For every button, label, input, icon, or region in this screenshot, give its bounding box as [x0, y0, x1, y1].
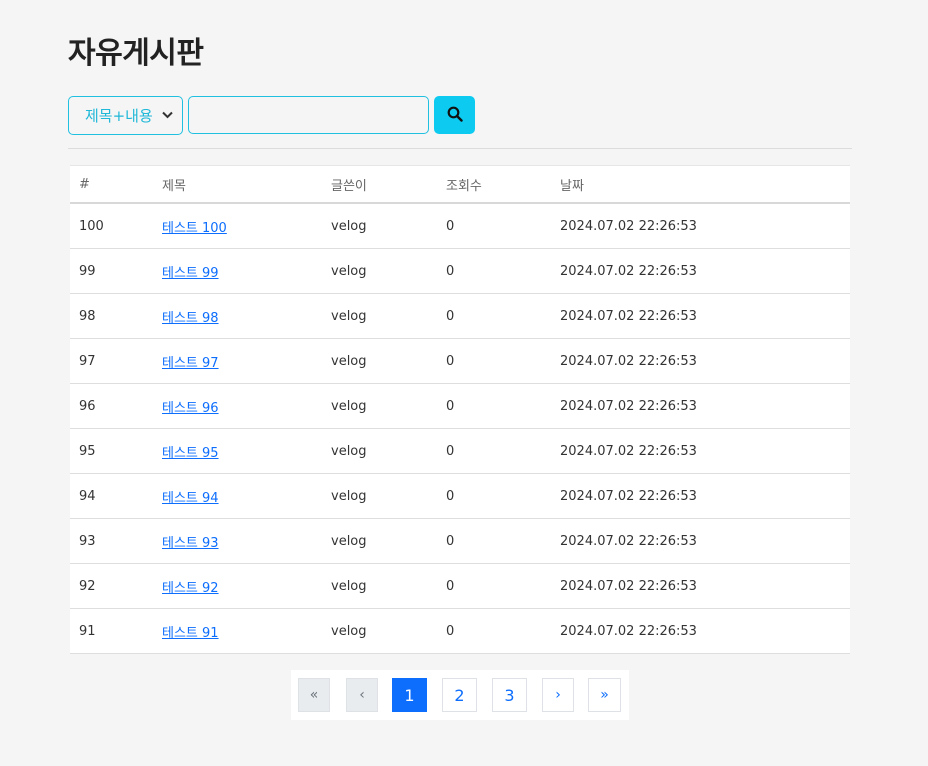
search-icon — [447, 106, 463, 125]
column-header-title: 제목 — [162, 165, 331, 204]
search-button[interactable] — [434, 96, 475, 134]
post-views: 0 — [446, 473, 560, 519]
column-header-author: 글쓴이 — [331, 165, 446, 204]
table-row: 99 테스트 99 velog 0 2024.07.02 22:26:53 — [70, 248, 850, 294]
post-title-link[interactable]: 테스트 100 — [162, 221, 227, 236]
post-views: 0 — [446, 248, 560, 294]
post-views: 0 — [446, 203, 560, 249]
table-row: 98 테스트 98 velog 0 2024.07.02 22:26:53 — [70, 293, 850, 339]
post-title-link[interactable]: 테스트 92 — [162, 581, 219, 596]
post-author: velog — [331, 293, 446, 339]
post-author: velog — [331, 473, 446, 519]
table-row: 93 테스트 93 velog 0 2024.07.02 22:26:53 — [70, 518, 850, 564]
post-date: 2024.07.02 22:26:53 — [560, 473, 850, 519]
post-date: 2024.07.02 22:26:53 — [560, 383, 850, 429]
post-date: 2024.07.02 22:26:53 — [560, 428, 850, 474]
table-row: 95 테스트 95 velog 0 2024.07.02 22:26:53 — [70, 428, 850, 474]
post-date: 2024.07.02 22:26:53 — [560, 203, 850, 249]
post-author: velog — [331, 338, 446, 384]
post-title-cell: 테스트 92 — [162, 563, 331, 609]
post-title-link[interactable]: 테스트 97 — [162, 356, 219, 371]
column-header-date: 날짜 — [560, 165, 850, 204]
next-page-button[interactable]: › — [542, 678, 574, 712]
post-title-link[interactable]: 테스트 91 — [162, 626, 219, 641]
post-date: 2024.07.02 22:26:53 — [560, 248, 850, 294]
post-title-cell: 테스트 94 — [162, 473, 331, 519]
post-views: 0 — [446, 518, 560, 564]
post-number: 95 — [70, 428, 162, 474]
table-row: 97 테스트 97 velog 0 2024.07.02 22:26:53 — [70, 338, 850, 384]
post-number: 94 — [70, 473, 162, 519]
post-title-cell: 테스트 96 — [162, 383, 331, 429]
post-views: 0 — [446, 383, 560, 429]
post-title-cell: 테스트 95 — [162, 428, 331, 474]
post-views: 0 — [446, 338, 560, 384]
table-row: 92 테스트 92 velog 0 2024.07.02 22:26:53 — [70, 563, 850, 609]
post-date: 2024.07.02 22:26:53 — [560, 293, 850, 339]
table-row: 91 테스트 91 velog 0 2024.07.02 22:26:53 — [70, 608, 850, 654]
post-date: 2024.07.02 22:26:53 — [560, 563, 850, 609]
post-author: velog — [331, 203, 446, 249]
board-table: # 제목 글쓴이 조회수 날짜 100 테스트 100 velog 0 2024… — [70, 165, 850, 654]
post-views: 0 — [446, 608, 560, 654]
search-type-select[interactable]: 제목+내용 — [68, 96, 183, 135]
post-title-link[interactable]: 테스트 99 — [162, 266, 219, 281]
post-date: 2024.07.02 22:26:53 — [560, 338, 850, 384]
post-title-link[interactable]: 테스트 93 — [162, 536, 219, 551]
first-page-button[interactable]: « — [298, 678, 330, 712]
search-type-value: 제목+내용 — [85, 107, 153, 125]
page-2-button[interactable]: 2 — [442, 678, 477, 712]
prev-page-button[interactable]: ‹ — [346, 678, 378, 712]
post-author: velog — [331, 608, 446, 654]
post-date: 2024.07.02 22:26:53 — [560, 518, 850, 564]
post-number: 99 — [70, 248, 162, 294]
post-number: 93 — [70, 518, 162, 564]
post-title-link[interactable]: 테스트 94 — [162, 491, 219, 506]
table-row: 100 테스트 100 velog 0 2024.07.02 22:26:53 — [70, 203, 850, 249]
page-1-button[interactable]: 1 — [392, 678, 427, 712]
post-title-cell: 테스트 93 — [162, 518, 331, 564]
table-header-row: # 제목 글쓴이 조회수 날짜 — [70, 165, 850, 204]
chevron-down-icon — [162, 109, 173, 122]
post-author: velog — [331, 518, 446, 564]
post-author: velog — [331, 248, 446, 294]
table-row: 94 테스트 94 velog 0 2024.07.02 22:26:53 — [70, 473, 850, 519]
divider — [68, 148, 852, 149]
post-number: 96 — [70, 383, 162, 429]
post-number: 98 — [70, 293, 162, 339]
table-row: 96 테스트 96 velog 0 2024.07.02 22:26:53 — [70, 383, 850, 429]
post-number: 100 — [70, 203, 162, 249]
search-bar: 제목+내용 — [68, 96, 475, 135]
post-number: 92 — [70, 563, 162, 609]
post-title-cell: 테스트 99 — [162, 248, 331, 294]
page-3-button[interactable]: 3 — [492, 678, 527, 712]
post-number: 97 — [70, 338, 162, 384]
pagination: « ‹ 1 2 3 › » — [291, 670, 629, 720]
last-page-button[interactable]: » — [588, 678, 621, 712]
post-date: 2024.07.02 22:26:53 — [560, 608, 850, 654]
column-header-views: 조회수 — [446, 165, 560, 204]
post-author: velog — [331, 383, 446, 429]
post-title-cell: 테스트 98 — [162, 293, 331, 339]
post-title-link[interactable]: 테스트 98 — [162, 311, 219, 326]
post-title-cell: 테스트 100 — [162, 203, 331, 249]
post-title-cell: 테스트 91 — [162, 608, 331, 654]
post-title-link[interactable]: 테스트 96 — [162, 401, 219, 416]
post-views: 0 — [446, 293, 560, 339]
column-header-num: # — [70, 165, 162, 204]
post-author: velog — [331, 563, 446, 609]
post-views: 0 — [446, 563, 560, 609]
post-number: 91 — [70, 608, 162, 654]
post-views: 0 — [446, 428, 560, 474]
search-input[interactable] — [188, 96, 429, 134]
page-title: 자유게시판 — [68, 36, 204, 71]
post-title-cell: 테스트 97 — [162, 338, 331, 384]
post-author: velog — [331, 428, 446, 474]
post-title-link[interactable]: 테스트 95 — [162, 446, 219, 461]
